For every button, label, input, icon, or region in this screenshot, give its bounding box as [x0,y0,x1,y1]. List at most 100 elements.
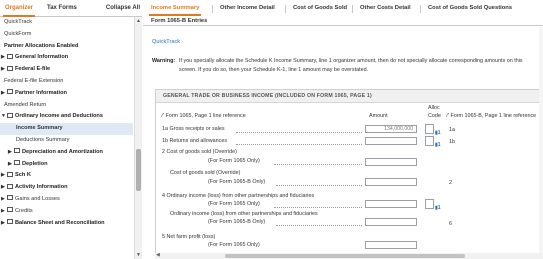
dotted-leader [274,164,362,165]
tree-item-gains-and-losses[interactable]: ▶ Gains and Losses [0,194,133,206]
tab-separator [285,5,286,13]
worksheet-tab-bar: Income Summary Other Income Detail Cost … [143,0,543,26]
tree-item-label: Amended Return [4,101,47,108]
folder-icon [14,148,20,154]
row-2c-sublabel: (For Form 1065-B Only) [208,179,266,185]
tree-item-label: Partner Information [15,89,67,96]
ref-1b: 1b [449,139,455,145]
tree-item-ordinary-income[interactable]: ▼ Ordinary Income and Deductions [0,111,133,123]
dotted-leader [276,225,362,226]
tab-separator [352,5,353,13]
row-2-sublabel: (For Form 1065 Only) [208,158,260,164]
alloc-code-1b-input[interactable] [425,136,434,146]
scroll-up-icon[interactable]: ▲ [135,17,142,25]
tab-other-costs-detail[interactable]: Other Costs Detail [360,5,411,11]
tree-item-credits[interactable]: ▶ Credits [0,206,133,218]
tab-form-1065b-entries[interactable]: Form 1065-B Entries [151,18,207,24]
tree-item-deductions-summary[interactable]: Deductions Summary [0,135,133,147]
row-4-sublabel: (For Form 1065 Only) [208,201,260,207]
row-2-label: 2 Cost of goods sold (Override) [162,149,237,155]
row-4c-sublabel: (For Form 1065-B Only) [208,219,266,225]
tab-separator [212,5,213,13]
detail-icon[interactable]: ▮1 [435,130,441,136]
folder-icon [7,65,13,71]
scroll-left-icon[interactable]: ◀ [156,252,160,258]
tree-item-amended-return[interactable]: Amended Return [0,100,133,112]
detail-icon[interactable]: ▮1 [435,142,441,148]
col-header-1065b-reference: ⁄' Form 1065-B, Page 1 line reference [447,113,537,119]
tab-cost-of-goods-sold[interactable]: Cost of Goods Sold [293,5,347,11]
detail-icon[interactable]: ▮1 [435,205,441,211]
row-2c-label: Cost of goods sold (Override) [170,170,241,176]
tree-item-label: QuickForm [4,30,32,37]
collapse-all-button[interactable]: Collapse All [106,5,140,11]
dotted-leader [274,207,362,208]
tree-item-quicktrack[interactable]: QuickTrack [0,17,133,29]
tab-income-summary[interactable]: Income Summary [148,5,202,16]
ref-6: 6 [449,221,452,227]
tree-item-income-summary[interactable]: Income Summary [0,123,133,135]
folder-icon [7,183,13,189]
tree-item-label: Gains and Losses [15,195,60,202]
ordinary-income-1065-input[interactable] [365,200,417,208]
tree-item-label: Income Summary [16,125,63,132]
folder-icon [7,219,13,225]
folder-icon [7,89,13,95]
col-header-amount: Amount [369,113,388,119]
horizontal-scrollbar[interactable]: ◀ [155,252,543,259]
tab-cogs-questions[interactable]: Cost of Goods Sold Questions [428,5,512,11]
alloc-code-1a-input[interactable] [425,124,434,134]
organizer-tree: QuickTrack QuickForm Partner Allocations… [0,17,133,259]
quicktrack-link[interactable]: QuickTrack [152,39,180,45]
col-header-1065b-reference-text: Form 1065-B, Page 1 line reference [450,113,537,119]
folder-icon [7,112,13,118]
alloc-code-4-input[interactable] [425,199,434,209]
tree-item-label: Balance Sheet and Reconciliation [15,219,105,226]
cogs-override-1065-input[interactable] [365,158,417,166]
col-header-alloc: Alloc [428,105,440,111]
tree-item-label: Federal E-file Extension [4,77,64,84]
scroll-down-icon[interactable]: ▼ [135,251,142,259]
folder-icon [7,207,13,213]
tree-item-federal-efile[interactable]: ▶ Federal E-file [0,64,133,76]
worksheet-scrollbar[interactable] [539,27,543,259]
worksheet-pane: Income Summary Other Income Detail Cost … [143,0,543,259]
tree-item-label: Federal E-file [15,66,51,73]
tree-item-partner-allocations[interactable]: Partner Allocations Enabled [0,41,133,53]
section-title: GENERAL TRADE OR BUSINESS INCOME (INCLUD… [156,90,543,103]
row-1a-label: 1a Gross receipts or sales [162,126,225,132]
organizer-pane: Organizer Tax Forms Collapse All QuickTr… [0,0,142,259]
ordinary-income-1065b-input[interactable] [365,218,417,226]
cogs-override-1065b-input[interactable] [365,178,417,186]
row-5-sublabel: (For Form 1065 Only) [208,242,260,248]
scroll-thumb[interactable] [136,149,141,191]
tree-item-sch-k[interactable]: ▶ Sch K [0,170,133,182]
tree-item-partner-information[interactable]: ▶ Partner Information [0,88,133,100]
warning-message: Warning: If you specially allocate the S… [152,57,537,73]
tree-item-federal-efile-extension[interactable]: Federal E-file Extension [0,76,133,88]
gross-receipts-input[interactable]: 134,000,000 [365,125,417,133]
tab-organizer[interactable]: Organizer [2,5,36,17]
ref-2: 2 [449,180,452,186]
tree-item-balance-sheet[interactable]: ▶ Balance Sheet and Reconciliation [0,218,133,230]
tab-other-income-detail[interactable]: Other Income Detail [220,5,275,11]
folder-icon [14,160,20,166]
tree-item-depreciation[interactable]: ▶ Depreciation and Amortization [0,147,133,159]
income-section: GENERAL TRADE OR BUSINESS INCOME (INCLUD… [155,89,543,259]
tree-item-quickform[interactable]: QuickForm [0,29,133,41]
horizontal-scroll-thumb[interactable] [225,254,465,258]
folder-icon [7,195,13,201]
dotted-leader [236,144,362,145]
net-farm-profit-input[interactable] [365,241,417,249]
row-1b-label: 1b Returns and allowances [162,138,228,144]
tree-item-label: Deductions Summary [16,136,70,143]
tab-separator [420,5,421,13]
tree-item-depletion[interactable]: ▶ Depletion [0,159,133,171]
tree-item-general-information[interactable]: ▶ General Information [0,52,133,64]
dotted-leader [236,132,362,133]
tree-item-activity-information[interactable]: ▶ Activity Information [0,182,133,194]
tab-tax-forms[interactable]: Tax Forms [47,5,77,11]
tree-item-label: Activity Information [15,184,68,191]
returns-allowances-input[interactable] [365,137,417,145]
tree-scrollbar[interactable]: ▲ ▼ [134,17,142,259]
